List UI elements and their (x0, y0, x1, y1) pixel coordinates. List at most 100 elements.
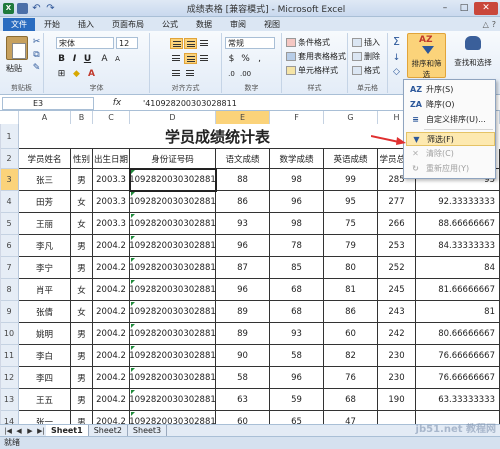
table-cell[interactable]: 242 (378, 323, 416, 345)
table-cell[interactable]: 68 (324, 389, 378, 411)
font-color-icon[interactable]: A (86, 69, 97, 80)
table-cell[interactable]: 266 (378, 213, 416, 235)
save-icon[interactable] (17, 2, 28, 14)
table-cell[interactable]: 65 (270, 411, 324, 424)
row-header-3[interactable]: 3 (0, 169, 19, 191)
menu-item-sort-ascending[interactable]: AZ 升序(S) (406, 83, 495, 97)
table-cell[interactable]: 68 (270, 279, 324, 301)
table-cell[interactable]: 2004.2 (93, 389, 130, 411)
row-header-11[interactable]: 11 (0, 345, 19, 367)
sheet-tab-1[interactable]: Sheet1 (46, 425, 89, 436)
table-cell[interactable]: 93 (270, 323, 324, 345)
table-cell[interactable]: 男 (71, 235, 93, 257)
undo-icon[interactable]: ↶ (31, 3, 42, 14)
table-cell[interactable]: 2004.2 (93, 279, 130, 301)
table-cell[interactable]: 86 (324, 301, 378, 323)
table-header-cell[interactable]: 身份证号码 (130, 149, 216, 169)
name-box[interactable]: E3 (2, 96, 94, 110)
empty-cell[interactable] (0, 149, 1, 169)
table-header-cell[interactable]: 出生日期 (93, 149, 130, 169)
align-top-button[interactable] (170, 38, 183, 49)
table-cell[interactable]: 88 (216, 169, 270, 191)
tab-review[interactable]: 审阅 (221, 18, 255, 31)
table-cell[interactable]: 410928200303028812 (130, 367, 216, 389)
table-cell[interactable]: 47 (324, 411, 378, 424)
table-cell[interactable]: 81.66666667 (416, 279, 500, 301)
table-cell[interactable]: 243 (378, 301, 416, 323)
table-cell[interactable]: 男 (71, 257, 93, 279)
align-right-button[interactable] (198, 53, 211, 64)
last-sheet-icon[interactable]: ▶| (36, 427, 46, 435)
table-cell[interactable]: 84 (416, 257, 500, 279)
table-cell[interactable]: 2004.2 (93, 411, 130, 424)
table-cell[interactable]: 58 (216, 367, 270, 389)
cell-styles-button[interactable]: 单元格样式 (286, 65, 338, 76)
table-cell[interactable]: 58 (270, 345, 324, 367)
table-cell[interactable]: 女 (71, 191, 93, 213)
table-cell[interactable]: 男 (71, 389, 93, 411)
fill-color-icon[interactable]: ◆ (71, 69, 82, 80)
table-cell[interactable]: 410928200303028818 (130, 213, 216, 235)
table-header-cell[interactable]: 性别 (71, 149, 93, 169)
row-header-8[interactable]: 8 (0, 279, 19, 301)
table-cell[interactable]: 410928200303028812 (130, 411, 216, 424)
table-cell[interactable]: 68 (270, 301, 324, 323)
table-header-cell[interactable]: 英语成绩 (324, 149, 378, 169)
table-cell[interactable]: 76.66666667 (416, 345, 500, 367)
column-header-a[interactable]: A (19, 111, 71, 124)
table-cell[interactable]: 张三 (19, 169, 71, 191)
insert-cells-button[interactable]: 插入 (352, 37, 380, 48)
table-cell[interactable] (378, 411, 416, 424)
table-cell[interactable]: 59 (270, 389, 324, 411)
table-cell[interactable]: 女 (71, 279, 93, 301)
table-cell[interactable]: 2004.2 (93, 301, 130, 323)
table-cell[interactable]: 252 (378, 257, 416, 279)
empty-cell[interactable] (0, 389, 1, 411)
table-cell[interactable]: 张一 (19, 411, 71, 424)
table-cell[interactable]: 81 (416, 301, 500, 323)
empty-cell[interactable] (0, 411, 1, 424)
empty-cell[interactable] (0, 191, 1, 213)
table-cell[interactable]: 253 (378, 235, 416, 257)
italic-button[interactable]: I (69, 54, 80, 65)
table-cell[interactable]: 96 (216, 235, 270, 257)
font-name-select[interactable]: 宋体 (56, 37, 114, 49)
row-header-1[interactable]: 1 (0, 124, 19, 149)
fill-icon[interactable]: ↓ (391, 53, 402, 63)
table-cell[interactable]: 245 (378, 279, 416, 301)
formula-input[interactable]: '410928200303028811 (140, 99, 237, 108)
table-cell[interactable]: 190 (378, 389, 416, 411)
align-center-button[interactable] (184, 53, 197, 64)
table-cell[interactable]: 李宁 (19, 257, 71, 279)
column-header-b[interactable]: B (71, 111, 93, 124)
table-cell[interactable]: 80 (324, 257, 378, 279)
table-cell[interactable]: 王五 (19, 389, 71, 411)
align-left-button[interactable] (170, 53, 183, 64)
row-header-12[interactable]: 12 (0, 367, 19, 389)
paste-icon[interactable] (6, 36, 28, 60)
row-header-5[interactable]: 5 (0, 213, 19, 235)
table-cell[interactable]: 男 (71, 323, 93, 345)
table-cell[interactable]: 76.66666667 (416, 367, 500, 389)
table-cell[interactable]: 60 (324, 323, 378, 345)
percent-icon[interactable]: % (240, 54, 251, 65)
table-cell[interactable]: 410928200303028812 (130, 345, 216, 367)
maximize-button[interactable]: □ (455, 2, 473, 15)
table-cell[interactable]: 60 (216, 411, 270, 424)
format-as-table-button[interactable]: 套用表格格式 (286, 51, 346, 62)
underline-button[interactable]: U (82, 54, 93, 65)
tab-page-layout[interactable]: 页面布局 (103, 18, 153, 31)
sheet-tab-3[interactable]: Sheet3 (128, 425, 168, 436)
table-cell[interactable]: 肖平 (19, 279, 71, 301)
table-cell[interactable]: 89 (216, 323, 270, 345)
font-shrink-icon[interactable]: A (112, 54, 123, 65)
table-cell[interactable]: 80.66666667 (416, 323, 500, 345)
tab-view[interactable]: 视图 (255, 18, 289, 31)
table-header-cell[interactable]: 语文成绩 (216, 149, 270, 169)
cut-icon[interactable]: ✂ (31, 37, 42, 47)
table-cell[interactable]: 男 (71, 367, 93, 389)
table-cell[interactable]: 410928200303028813 (130, 389, 216, 411)
empty-cell[interactable] (0, 367, 1, 389)
table-cell[interactable]: 410928200303028811 (129, 168, 217, 192)
table-cell[interactable]: 2003.3 (93, 169, 130, 191)
